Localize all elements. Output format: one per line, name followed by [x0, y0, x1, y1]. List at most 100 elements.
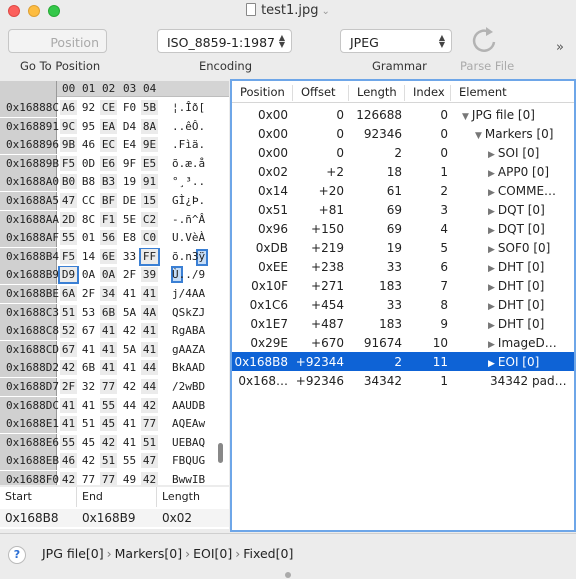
disclosure-closed-icon[interactable]: ▶: [488, 321, 495, 331]
element-column-header[interactable]: Element: [451, 85, 574, 101]
hex-byte[interactable]: F5: [60, 155, 77, 171]
hex-byte[interactable]: EC: [100, 137, 117, 153]
hex-byte[interactable]: 91: [141, 174, 158, 190]
hex-ascii[interactable]: gAAZA: [172, 343, 205, 356]
hex-byte[interactable]: 77: [80, 473, 97, 485]
hex-byte[interactable]: 51: [141, 434, 158, 450]
hex-byte[interactable]: 42: [121, 380, 138, 393]
hex-byte[interactable]: 34: [100, 286, 117, 301]
position-field[interactable]: Position: [8, 29, 107, 53]
hex-byte[interactable]: 9F: [121, 157, 138, 170]
grammar-popup[interactable]: JPEG ▲ ▼: [340, 29, 452, 53]
resize-grip-icon[interactable]: [285, 572, 291, 578]
hex-byte[interactable]: 92: [80, 101, 97, 114]
hex-byte[interactable]: 41: [141, 286, 158, 301]
hex-byte[interactable]: 41: [121, 287, 138, 300]
structure-row[interactable]: 0x51 +81 69 3 ▶ DQT [0]: [232, 200, 574, 219]
toolbar-overflow-button[interactable]: »: [556, 40, 564, 55]
breadcrumb-item[interactable]: EOI[0]: [193, 546, 232, 561]
hex-byte[interactable]: 39: [141, 267, 158, 283]
hex-ascii[interactable]: U.VèÀ: [172, 231, 205, 244]
disclosure-closed-icon[interactable]: ▶: [488, 150, 495, 160]
hex-byte[interactable]: FF: [141, 248, 158, 264]
hex-byte[interactable]: 77: [141, 416, 158, 432]
offset-column-header[interactable]: Offset: [293, 85, 349, 101]
hex-byte[interactable]: 41: [141, 323, 158, 339]
position-column-header[interactable]: Position: [232, 85, 293, 101]
hex-byte[interactable]: D9: [60, 267, 77, 283]
structure-row[interactable]: 0x14 +20 61 2 ▶ COMME…: [232, 181, 574, 200]
help-button[interactable]: ?: [8, 546, 26, 564]
hex-byte[interactable]: 33: [121, 250, 138, 263]
disclosure-closed-icon[interactable]: ▶: [488, 264, 495, 274]
structure-row[interactable]: 0x02 +2 18 1 ▶ APP0 [0]: [232, 162, 574, 181]
hex-ascii[interactable]: -.ñ^Â: [172, 213, 205, 226]
hex-byte[interactable]: CE: [100, 100, 117, 115]
hex-ascii[interactable]: FBQUG: [172, 454, 205, 467]
hex-byte[interactable]: 9E: [141, 137, 158, 153]
index-column-header[interactable]: Index: [405, 85, 451, 101]
hex-byte[interactable]: 41: [80, 343, 97, 356]
hex-byte[interactable]: 42: [141, 397, 158, 413]
hex-byte[interactable]: CC: [80, 194, 97, 207]
hex-byte[interactable]: 6A: [60, 286, 77, 301]
hex-byte[interactable]: 95: [80, 120, 97, 133]
hex-byte[interactable]: 19: [121, 175, 138, 188]
breadcrumb-item[interactable]: JPG file[0]: [42, 546, 104, 561]
hex-byte[interactable]: 41: [121, 361, 138, 374]
breadcrumb-item[interactable]: Fixed[0]: [243, 546, 293, 561]
hex-byte[interactable]: 51: [100, 453, 117, 469]
disclosure-closed-icon[interactable]: ▶: [488, 302, 495, 312]
hex-ascii[interactable]: QSkZJ: [172, 306, 205, 319]
disclosure-open-icon[interactable]: ▼: [462, 112, 469, 122]
hex-byte[interactable]: 44: [141, 379, 158, 394]
disclosure-open-icon[interactable]: ▼: [475, 131, 482, 141]
hex-ascii[interactable]: /2wBD: [172, 380, 205, 393]
hex-ascii[interactable]: õ.æ.å: [172, 157, 205, 170]
hex-byte[interactable]: 6B: [100, 304, 117, 320]
structure-row[interactable]: 0x00 0 2 0 ▶ SOI [0]: [232, 143, 574, 162]
hex-byte[interactable]: EA: [100, 118, 117, 134]
hex-byte[interactable]: 8C: [80, 213, 97, 226]
hex-byte[interactable]: 2F: [121, 268, 138, 281]
refresh-icon[interactable]: [467, 22, 503, 58]
hex-byte[interactable]: F0: [121, 101, 138, 114]
hex-byte[interactable]: 15: [141, 193, 158, 208]
structure-table[interactable]: Position Offset Length Index Element 0x0…: [230, 79, 576, 532]
hex-byte[interactable]: 41: [60, 416, 77, 432]
hex-ascii[interactable]: AQEAw: [172, 417, 205, 430]
hex-byte[interactable]: 45: [80, 436, 97, 449]
hex-byte[interactable]: 2F: [60, 379, 77, 394]
hex-byte[interactable]: 44: [121, 399, 138, 412]
hex-ascii[interactable]: UEBAQ: [172, 436, 205, 449]
hex-byte[interactable]: 42: [60, 472, 77, 485]
hex-byte[interactable]: 5A: [121, 306, 138, 319]
disclosure-closed-icon[interactable]: ▶: [488, 207, 495, 217]
hex-byte[interactable]: 6E: [100, 248, 117, 264]
hex-byte[interactable]: 47: [60, 193, 77, 208]
disclosure-closed-icon[interactable]: ▶: [488, 188, 495, 198]
hex-byte[interactable]: 44: [141, 360, 158, 376]
hex-byte[interactable]: 4A: [141, 304, 158, 320]
hex-byte[interactable]: 2F: [80, 287, 97, 300]
hex-byte[interactable]: 67: [80, 324, 97, 337]
hex-byte[interactable]: 47: [141, 453, 158, 469]
hex-byte[interactable]: B0: [60, 174, 77, 190]
hex-byte[interactable]: 2D: [60, 211, 77, 227]
hex-byte[interactable]: DE: [121, 194, 138, 207]
disclosure-closed-icon[interactable]: ▶: [488, 359, 495, 369]
hex-byte[interactable]: 42: [121, 324, 138, 337]
encoding-popup[interactable]: ISO_8859-1:1987 ▲ ▼: [157, 29, 292, 53]
hex-byte[interactable]: 42: [80, 454, 97, 467]
disclosure-closed-icon[interactable]: ▶: [488, 169, 495, 179]
hex-ascii[interactable]: ..êÔ.: [172, 120, 205, 133]
hex-byte[interactable]: A6: [60, 100, 77, 115]
hex-byte[interactable]: 41: [121, 436, 138, 449]
hex-ascii[interactable]: .Fìä.: [172, 138, 205, 151]
hex-byte[interactable]: 41: [100, 323, 117, 339]
structure-row[interactable]: 0xDB +219 19 5 ▶ SOF0 [0]: [232, 238, 574, 257]
hex-byte[interactable]: 77: [100, 472, 117, 485]
hex-byte[interactable]: 56: [100, 230, 117, 246]
hex-byte[interactable]: 32: [80, 380, 97, 393]
hex-byte[interactable]: 5E: [121, 213, 138, 226]
